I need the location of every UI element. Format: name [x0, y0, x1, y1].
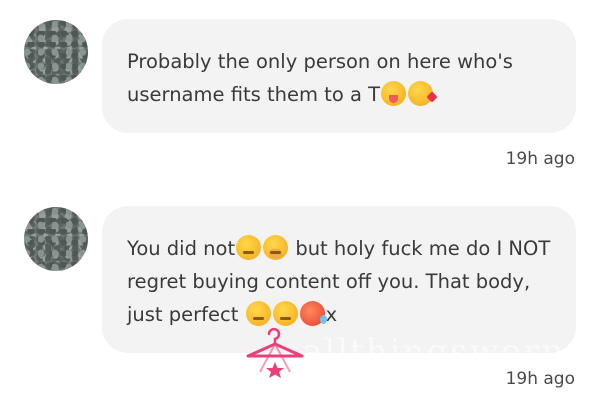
avatar[interactable]	[24, 207, 88, 271]
smirking-face-emoji	[236, 235, 262, 260]
winking-face-emoji	[245, 301, 271, 326]
comment-item: You did not but holy fuck me do I NOT re…	[0, 0, 600, 406]
hot-face-emoji	[299, 301, 327, 326]
comment-text-segment: x	[325, 303, 338, 326]
face-with-hand-over-mouth-emoji	[263, 235, 289, 260]
comment-text: You did not but holy fuck me do I NOT re…	[127, 232, 552, 331]
comment-bubble: You did not but holy fuck me do I NOT re…	[102, 206, 576, 353]
smirking-face-emoji	[272, 301, 298, 326]
comment-text-segment: You did not	[127, 237, 236, 260]
comment-timestamp: 19h ago	[505, 369, 575, 389]
